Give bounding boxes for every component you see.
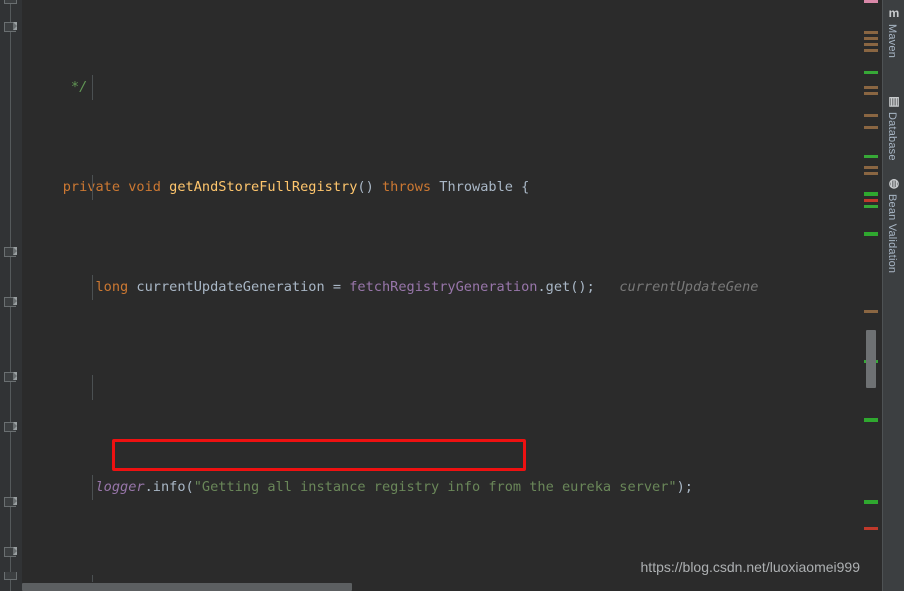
error-stripe-mark[interactable] <box>864 205 878 208</box>
editor-fold-gutter[interactable] <box>0 0 22 591</box>
error-stripe-mark[interactable] <box>864 126 878 129</box>
error-stripe-mark[interactable] <box>864 500 878 504</box>
error-stripe-mark[interactable] <box>864 71 878 74</box>
maven-icon: m <box>888 6 900 20</box>
error-stripe-mark[interactable] <box>864 418 878 422</box>
error-stripe-mark[interactable] <box>864 232 878 236</box>
error-stripe-mark[interactable] <box>864 172 878 175</box>
database-icon: ▥ <box>888 94 900 108</box>
code-line[interactable]: */ <box>0 75 862 100</box>
error-stripe-mark[interactable] <box>864 527 878 530</box>
error-stripe-mark[interactable] <box>864 155 878 158</box>
fold-marker-open[interactable] <box>4 20 17 33</box>
tool-window-label: Maven <box>886 24 898 59</box>
fold-marker-open[interactable] <box>4 245 17 258</box>
tool-window-label: Bean Validation <box>886 194 898 274</box>
code-line[interactable]: private void getAndStoreFullRegistry() t… <box>0 175 862 200</box>
bean-validation-icon: ◍ <box>888 176 900 190</box>
watermark-text: https://blog.csdn.net/luoxiaomei999 <box>640 559 860 575</box>
vertical-scrollbar-thumb[interactable] <box>866 330 876 388</box>
error-stripe-mark[interactable] <box>864 37 878 40</box>
code-line[interactable] <box>0 375 862 400</box>
fold-marker-open[interactable] <box>4 545 17 558</box>
tool-window-bean-validation[interactable]: ◍ Bean Validation <box>883 176 904 316</box>
error-stripe-mark[interactable] <box>864 166 878 169</box>
error-stripe-mark[interactable] <box>864 92 878 95</box>
code-editor[interactable]: */ private void getAndStoreFullRegistry(… <box>0 0 862 591</box>
ide-editor-window: */ private void getAndStoreFullRegistry(… <box>0 0 904 591</box>
error-stripe-mark[interactable] <box>864 49 878 52</box>
code-line[interactable]: logger.info("Getting all instance regist… <box>0 475 862 500</box>
error-stripe-mark[interactable] <box>864 86 878 89</box>
fold-marker-end[interactable] <box>4 0 17 4</box>
tool-window-maven[interactable]: m Maven <box>883 6 904 86</box>
error-stripe-mark[interactable] <box>864 310 878 313</box>
error-stripe-mark[interactable] <box>864 192 878 196</box>
horizontal-scrollbar[interactable] <box>22 582 862 591</box>
code-line[interactable]: long currentUpdateGeneration = fetchRegi… <box>0 275 862 300</box>
fold-marker-open[interactable] <box>4 420 17 433</box>
error-stripe-mark[interactable] <box>864 0 878 3</box>
error-stripe-mark[interactable] <box>864 114 878 117</box>
fold-marker-open[interactable] <box>4 495 17 508</box>
code-text-layer[interactable]: */ private void getAndStoreFullRegistry(… <box>0 0 862 591</box>
error-stripe-mark[interactable] <box>864 199 878 202</box>
error-stripe-mark[interactable] <box>864 43 878 46</box>
fold-marker-end[interactable] <box>4 572 17 580</box>
tool-window-label: Database <box>886 112 898 161</box>
error-stripe-mark[interactable] <box>864 31 878 34</box>
horizontal-scrollbar-thumb[interactable] <box>22 583 352 591</box>
fold-marker-open[interactable] <box>4 295 17 308</box>
fold-marker-open[interactable] <box>4 370 17 383</box>
tool-window-database[interactable]: ▥ Database <box>883 94 904 184</box>
error-stripe-scrollbar[interactable] <box>862 0 882 591</box>
right-tool-window-bar[interactable]: m Maven ▥ Database ◍ Bean Validation <box>882 0 904 591</box>
